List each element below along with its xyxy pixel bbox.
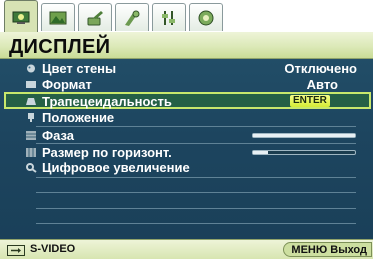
h-size-icon [26, 148, 36, 157]
tab-adjust[interactable] [152, 3, 186, 31]
tab-advanced[interactable] [115, 3, 149, 31]
enter-badge[interactable]: ENTER [290, 95, 330, 107]
menu-item-label: Положение [42, 110, 115, 125]
menu-item-digital-zoom[interactable]: Цифровое увеличение [0, 160, 373, 175]
menu-item-label: Цифровое увеличение [42, 160, 190, 175]
wall-color-icon [27, 64, 35, 73]
position-icon [28, 113, 34, 122]
menu-item-position[interactable]: Положение [0, 110, 373, 125]
tab-settings[interactable] [78, 3, 112, 31]
menu-item-label: Фаза [42, 128, 75, 143]
aspect-ratio-icon [26, 81, 36, 88]
tab-display[interactable] [4, 0, 38, 33]
advanced-settings-icon [125, 10, 140, 26]
menu-header: ДИСПЛЕЙ [0, 32, 373, 59]
row-divider [36, 177, 356, 178]
slider-fill [253, 151, 269, 154]
display-icon [12, 11, 30, 24]
input-source-label: S-VIDEO [30, 243, 76, 255]
menu-item-keystone[interactable]: Трапецеидальность ENTER [4, 92, 371, 109]
menu-item-wall-color[interactable]: Цвет стены Отключено [0, 61, 373, 76]
menu-item-aspect-ratio[interactable]: Формат Авто [0, 77, 373, 92]
keystone-icon [26, 98, 36, 105]
input-source-icon [7, 245, 25, 256]
menu-item-label: Трапецеидальность [42, 94, 172, 109]
row-divider [36, 126, 356, 127]
menu-item-label: Формат [42, 77, 92, 92]
display-menu-panel: ДИСПЛЕЙ Цвет стены Отключено Формат Авто… [0, 32, 373, 239]
page-title: ДИСПЛЕЙ [9, 36, 111, 58]
row-divider [36, 208, 356, 209]
slider-fill [253, 134, 355, 137]
info-icon [198, 10, 214, 25]
tab-bar [0, 0, 373, 33]
menu-item-h-size[interactable]: Размер по горизонт. [0, 145, 373, 160]
h-size-slider[interactable] [252, 150, 356, 155]
sliders-icon [162, 10, 175, 25]
phase-icon [26, 131, 36, 140]
menu-item-label: Размер по горизонт. [42, 145, 172, 160]
status-bar: S-VIDEO МЕНЮ Выход [0, 239, 373, 259]
menu-item-value: Авто [306, 77, 338, 92]
picture-icon [49, 11, 67, 24]
phase-slider[interactable] [252, 133, 356, 138]
menu-item-label: Цвет стены [42, 61, 117, 76]
settings-icon [87, 10, 103, 25]
digital-zoom-icon [26, 163, 37, 173]
row-divider [36, 223, 356, 224]
menu-item-phase[interactable]: Фаза [0, 128, 373, 143]
tab-picture[interactable] [41, 3, 75, 31]
row-divider [36, 192, 356, 193]
row-divider [36, 143, 356, 144]
menu-item-value: Отключено [284, 61, 357, 76]
menu-exit-button[interactable]: МЕНЮ Выход [283, 242, 372, 257]
tab-info[interactable] [189, 3, 223, 31]
